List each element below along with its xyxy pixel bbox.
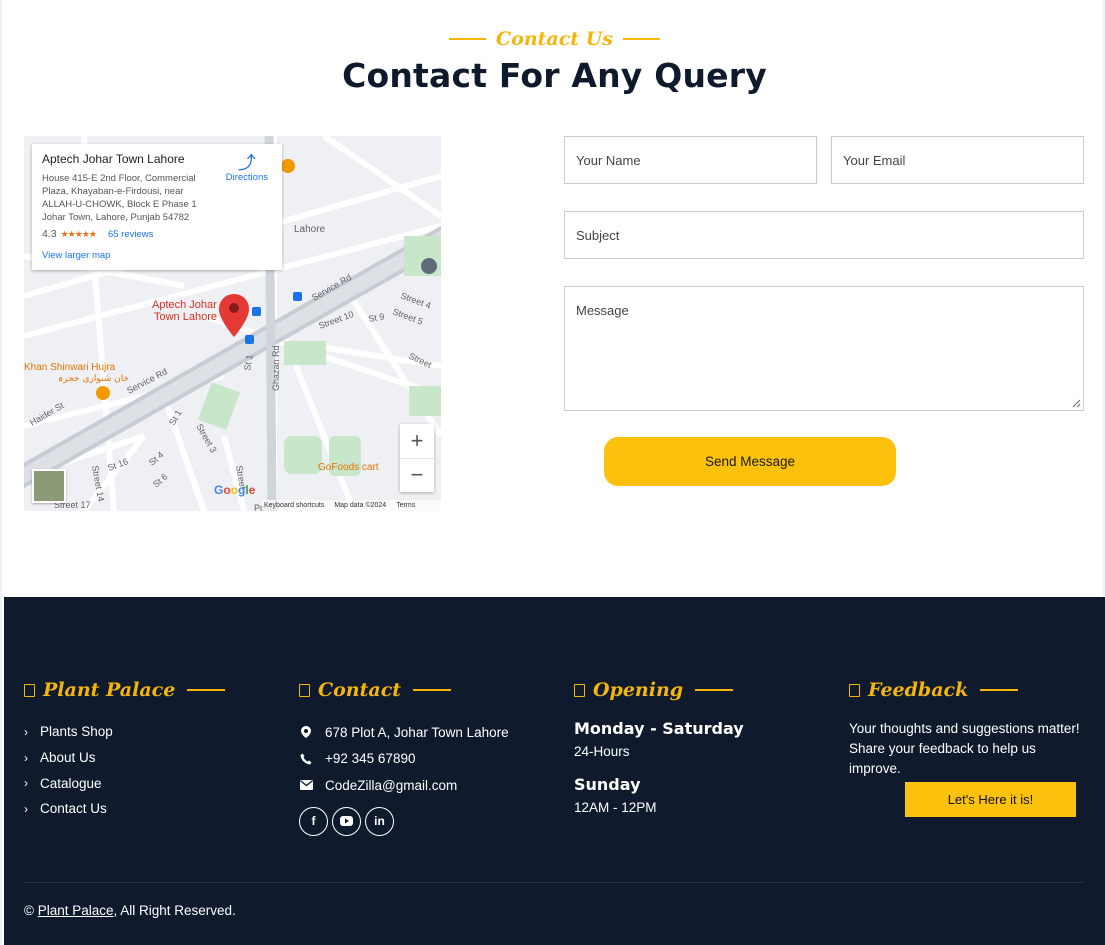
heading-line [413,689,452,691]
footer-contact-column: Contact 678 Plot A, Johar Town Lahore +9… [299,675,509,836]
name-placeholder: Your Name [576,152,641,168]
contact-title: Contact [318,679,402,701]
subject-placeholder: Subject [576,227,620,243]
place-rating: 4.3 ★★★★★ 65 reviews [42,228,272,240]
section-tagline: Contact Us [2,24,1105,54]
chevron-right-icon: › [24,750,28,765]
satellite-toggle[interactable] [32,469,66,503]
zoom-in-button[interactable]: + [400,424,434,459]
site-footer: Plant Palace › Plants Shop › About Us › Cat… [4,597,1105,945]
footer-opening-heading: Opening [574,675,744,705]
reviews-link[interactable]: 65 reviews [108,229,153,240]
footer-divider [24,882,1084,883]
facebook-icon[interactable]: f [299,806,328,836]
youtube-icon[interactable] [332,806,361,836]
svg-text:Aptech Johar: Aptech Johar [152,299,217,311]
chevron-right-icon: › [24,776,28,791]
chevron-right-icon: › [24,724,28,739]
map-place-card: Aptech Johar Town Lahore House 415-E 2nd… [32,144,282,270]
footer-brand-heading: Plant Palace [24,675,226,705]
view-larger-map-link[interactable]: View larger map [42,250,272,261]
footer-contact-heading: Contact [299,675,509,705]
terms-link[interactable]: Terms [396,502,415,509]
map-zoom-controls: + − [400,424,434,492]
keyboard-shortcuts-link[interactable]: Keyboard shortcuts [264,502,324,509]
google-logo: Google [214,483,256,497]
footer-feedback-heading: Feedback [849,675,1094,705]
linkedin-icon[interactable]: in [365,806,394,836]
rating-stars: ★★★★★ [60,228,97,239]
heading-line [980,689,1019,691]
feedback-text: Your thoughts and suggestions matter! Sh… [849,721,1080,776]
email-field[interactable]: Your Email [831,136,1084,184]
contact-header: Contact Us Contact For Any Query [2,24,1105,95]
svg-text:خان شنواری حجرہ: خان شنواری حجرہ [58,374,129,384]
send-message-button[interactable]: Send Message [604,437,896,486]
social-links: f in [299,806,509,836]
page: Contact Us Contact For Any Query Service… [0,0,1105,945]
copyright-link[interactable]: Plant Palace [38,903,114,918]
weekday-label: Monday - Saturday [574,719,744,738]
footer-links: › Plants Shop › About Us › Catalogue › Conta… [24,719,225,822]
footer-link-contact-us[interactable]: › Contact Us [24,796,225,822]
zoom-out-button[interactable]: − [400,459,434,493]
tagline-right-line [622,38,660,40]
subject-field[interactable]: Subject [564,211,1084,259]
footer-opening-column: Opening Monday - Saturday 24-Hours Sunda… [574,675,744,815]
leaf-icon [24,683,35,697]
google-map[interactable]: Service Rd Service Rd Street 4 Street 5 … [24,136,441,511]
footer-brand-column: Plant Palace › Plants Shop › About Us › Cat… [24,675,226,822]
footer-feedback-column: Feedback Your thoughts and suggestions m… [849,675,1094,835]
map-data-text: Map data ©2024 [334,502,387,509]
heading-line [187,689,226,691]
map-attribution: Keyboard shortcuts Map data ©2024 Terms [262,500,441,511]
svg-text:GoFoods cart: GoFoods cart [318,462,379,473]
brand-title: Plant Palace [43,679,176,701]
footer-link-catalogue[interactable]: › Catalogue [24,770,225,796]
chevron-right-icon: › [24,801,28,816]
location-pin-icon [299,726,313,739]
copyright: © Plant Palace, All Right Reserved. [24,903,236,918]
phone-icon [299,753,313,765]
name-field[interactable]: Your Name [564,136,817,184]
email-placeholder: Your Email [843,152,906,168]
place-address: House 415-E 2nd Floor, Commercial Plaza,… [42,173,197,223]
clock-icon [574,683,585,697]
weekday-hours: 24-Hours [574,744,630,759]
contact-phone: +92 345 67890 [299,746,509,773]
tagline-text: Contact Us [496,28,613,50]
svg-text:Ghazan Rd: Ghazan Rd [271,345,281,391]
message-placeholder: Message [576,303,629,318]
envelope-icon [299,780,313,791]
feedback-title: Feedback [868,679,969,701]
footer-link-plants-shop[interactable]: › Plants Shop [24,719,225,745]
resize-grip-icon[interactable] [1072,399,1081,408]
svg-text:Lahore: Lahore [294,224,326,235]
sunday-label: Sunday [574,775,641,794]
directions-button[interactable]: ⤴ Directions [226,154,268,183]
svg-text:Khan Shinwari Hujra: Khan Shinwari Hujra [24,362,116,373]
svg-text:Town Lahore: Town Lahore [154,311,217,323]
sunday-hours: 12AM - 12PM [574,800,657,815]
directions-icon: ⤴ [237,153,256,173]
footer-link-about-us[interactable]: › About Us [24,745,225,771]
contact-icon [299,683,310,697]
feedback-button[interactable]: Let's Here it is! [905,782,1076,817]
contact-address: 678 Plot A, Johar Town Lahore [299,719,509,746]
feedback-icon [849,683,860,697]
opening-title: Opening [593,679,684,701]
tagline-left-line [449,38,487,40]
rating-value: 4.3 [42,228,57,240]
contact-email: CodeZilla@gmail.com [299,772,509,799]
directions-label: Directions [225,172,268,183]
message-textarea[interactable]: Message [564,286,1084,411]
heading-line [695,689,734,691]
page-title: Contact For Any Query [342,56,767,95]
